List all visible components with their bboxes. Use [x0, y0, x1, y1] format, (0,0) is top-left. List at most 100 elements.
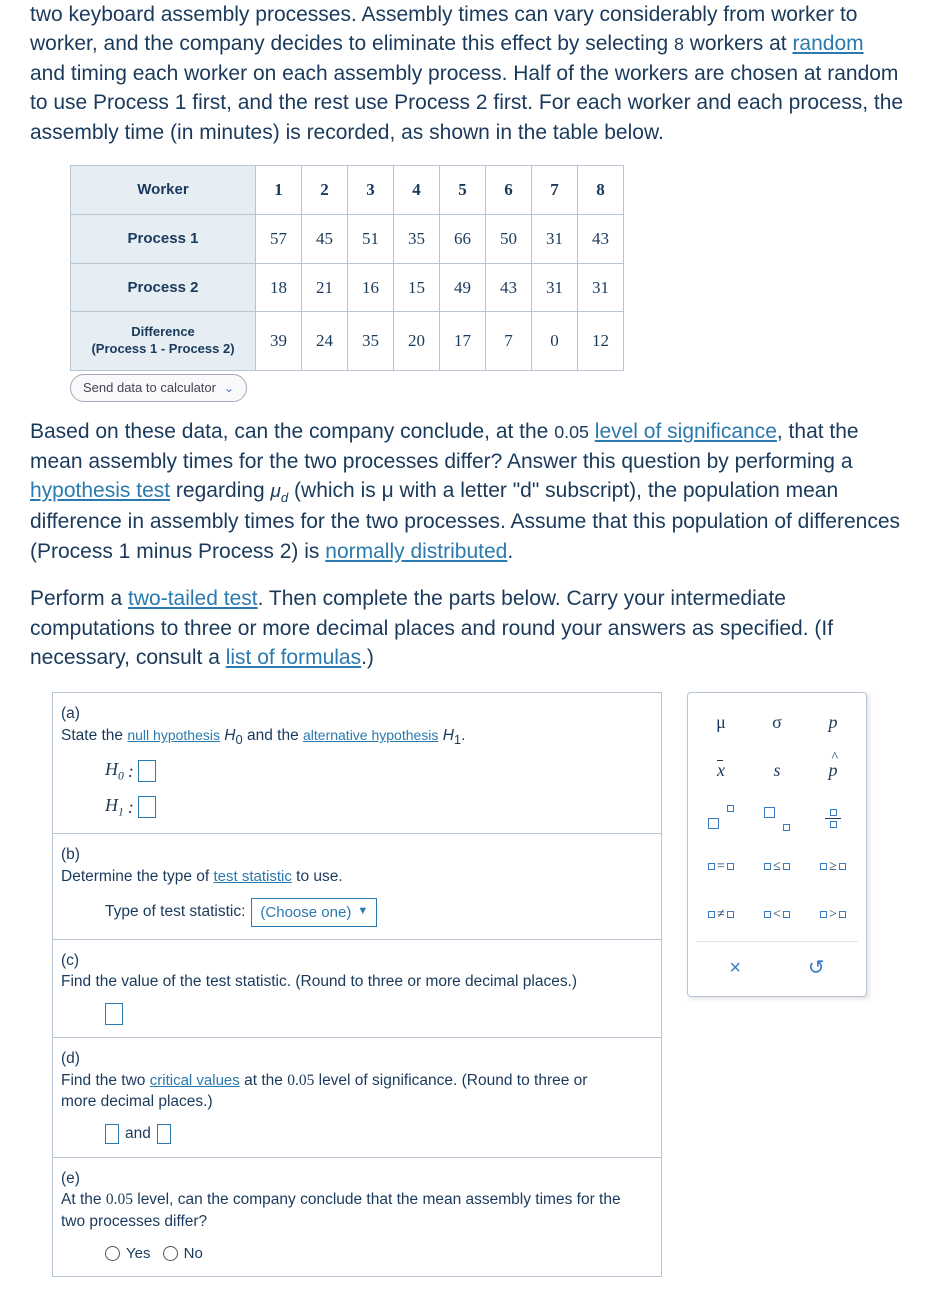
part-e-content: At the 0.05 level, can the company concl… — [61, 1189, 623, 1232]
radio-no[interactable] — [163, 1246, 178, 1261]
triangle-down-icon: ▼ — [357, 904, 368, 919]
cell: 43 — [486, 263, 532, 312]
alpha-value: 0.05 — [554, 422, 589, 442]
critical-value-1-input[interactable] — [105, 1124, 119, 1144]
test-statistic-input[interactable] — [105, 1003, 123, 1025]
sq-icon-2 — [727, 911, 734, 918]
e-text-1: At the — [61, 1191, 106, 1208]
link-list-of-formulas[interactable]: list of formulas — [226, 646, 361, 669]
link-critical-values[interactable]: critical values — [150, 1072, 240, 1089]
cell: 0 — [532, 312, 578, 371]
palette-grid: μ σ p x s p = ≤ ≥ ≠ < > — [696, 701, 858, 935]
link-level-of-significance[interactable]: level of significance — [595, 420, 777, 443]
yes-no-row: Yes No — [105, 1243, 653, 1264]
superscript-icon — [706, 805, 736, 831]
s-symbol: s — [773, 758, 780, 783]
palette-gt-button[interactable]: > — [808, 893, 858, 935]
diff-sublabel: (Process 1 - Process 2) — [91, 341, 234, 356]
palette-equals-button[interactable]: = — [696, 845, 746, 887]
sq-icon-2 — [727, 863, 734, 870]
part-e-label: (e) — [61, 1168, 87, 1190]
part-d-label: (d) — [61, 1048, 87, 1070]
fraction-icon — [825, 809, 841, 829]
palette-mu-button[interactable]: μ — [696, 701, 746, 743]
problem-intro: two keyboard assembly processes. Assembl… — [30, 0, 904, 147]
test-stat-dropdown-row: Type of test statistic: (Choose one) ▼ — [105, 898, 653, 927]
part-b-content: Determine the type of test statistic to … — [61, 866, 623, 888]
cell: 45 — [302, 214, 348, 263]
part-d: (d) Find the two critical values at the … — [53, 1037, 662, 1157]
reset-icon: ↺ — [808, 957, 825, 979]
table-row: Process 2 18 21 16 15 49 43 31 31 — [71, 263, 624, 312]
ne-symbol: ≠ — [717, 905, 725, 925]
symbol-palette: μ σ p x s p = ≤ ≥ ≠ < > × ↺ — [687, 692, 867, 997]
link-test-statistic[interactable]: test statistic — [214, 868, 292, 885]
d-text-2: at the — [240, 1072, 287, 1089]
h0-input[interactable] — [138, 760, 156, 782]
h1-row-sym: H — [105, 795, 118, 815]
palette-ne-button[interactable]: ≠ — [696, 893, 746, 935]
mu-d-symbol: μd — [271, 481, 289, 502]
b-text: Determine the type of — [61, 868, 214, 885]
e-text-2: level, can the company conclude that the… — [61, 1191, 621, 1230]
a-text-3: . — [461, 727, 465, 744]
xbar-symbol: x — [717, 758, 725, 783]
link-alternative-hypothesis[interactable]: alternative hypothesis — [303, 727, 438, 743]
le-symbol: ≤ — [773, 857, 781, 877]
send-label: Send data to calculator — [83, 379, 216, 397]
sq-icon — [708, 863, 715, 870]
sq-icon-2 — [839, 911, 846, 918]
subscript-icon — [762, 805, 792, 831]
palette-close-button[interactable]: × — [715, 948, 755, 988]
header-cell: 1 — [256, 165, 302, 214]
h1-input[interactable] — [138, 796, 156, 818]
cell: 24 — [302, 312, 348, 371]
radio-yes[interactable] — [105, 1246, 120, 1261]
palette-xbar-button[interactable]: x — [696, 749, 746, 791]
critical-value-2-input[interactable] — [157, 1124, 171, 1144]
no-label: No — [184, 1243, 203, 1264]
a-text: State the — [61, 727, 127, 744]
part-c-label: (c) — [61, 950, 87, 972]
row-label-p2: Process 2 — [71, 263, 256, 312]
table-header-row: Worker 1 2 3 4 5 6 7 8 — [71, 165, 624, 214]
cell: 31 — [532, 263, 578, 312]
answer-table: (a) State the null hypothesis H0 and the… — [52, 692, 662, 1276]
p-symbol: p — [829, 710, 838, 735]
test-statistic-dropdown[interactable]: (Choose one) ▼ — [251, 898, 377, 927]
chevron-down-icon: ⌄ — [224, 380, 234, 397]
palette-fraction-button[interactable] — [808, 797, 858, 839]
d-input-row: and — [105, 1123, 653, 1145]
header-cell: 4 — [394, 165, 440, 214]
type-label: Type of test statistic: — [105, 901, 245, 923]
cell: 57 — [256, 214, 302, 263]
part-b: (b) Determine the type of test statistic… — [53, 834, 662, 939]
palette-superscript-button[interactable] — [696, 797, 746, 839]
palette-subscript-button[interactable] — [752, 797, 802, 839]
palette-lt-button[interactable]: < — [752, 893, 802, 935]
q1-text: Based on these data, can the company con… — [30, 420, 554, 443]
send-data-button[interactable]: Send data to calculator ⌄ — [70, 374, 247, 402]
table-row: Process 1 57 45 51 35 66 50 31 43 — [71, 214, 624, 263]
link-hypothesis-test[interactable]: hypothesis test — [30, 479, 170, 502]
palette-le-button[interactable]: ≤ — [752, 845, 802, 887]
palette-p-button[interactable]: p — [808, 701, 858, 743]
eq-symbol: = — [717, 857, 725, 877]
lt-symbol: < — [773, 905, 781, 925]
palette-sigma-button[interactable]: σ — [752, 701, 802, 743]
link-two-tailed-test[interactable]: two-tailed test — [128, 587, 258, 610]
link-normally-distributed[interactable]: normally distributed — [325, 540, 507, 563]
palette-ge-button[interactable]: ≥ — [808, 845, 858, 887]
palette-s-button[interactable]: s — [752, 749, 802, 791]
close-icon: × — [729, 957, 741, 979]
cell: 39 — [256, 312, 302, 371]
q2-text: Perform a — [30, 587, 128, 610]
answer-area: (a) State the null hypothesis H0 and the… — [30, 692, 904, 1276]
link-null-hypothesis[interactable]: null hypothesis — [127, 727, 220, 743]
palette-reset-button[interactable]: ↺ — [794, 948, 839, 988]
link-random[interactable]: random — [792, 32, 863, 55]
part-e: (e) At the 0.05 level, can the company c… — [53, 1157, 662, 1276]
palette-phat-button[interactable]: p — [808, 749, 858, 791]
sq-icon — [764, 863, 771, 870]
sq-icon-2 — [783, 911, 790, 918]
